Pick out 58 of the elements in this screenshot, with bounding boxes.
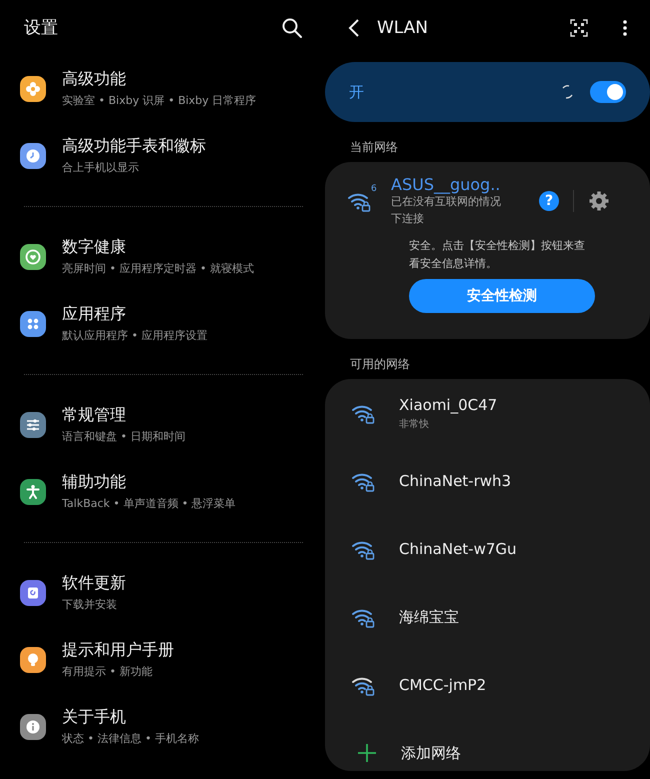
- page-title: WLAN: [377, 18, 428, 38]
- item-title: 数字健康: [62, 237, 127, 258]
- settings-item[interactable]: 提示和用户手册 有用提示 • 新功能: [0, 626, 325, 693]
- page-title: 设置: [24, 17, 58, 39]
- settings-item[interactable]: 应用程序 默认应用程序 • 应用程序设置: [0, 290, 325, 357]
- settings-icon[interactable]: [588, 190, 610, 212]
- more-icon[interactable]: [622, 18, 628, 36]
- settings-item[interactable]: 常规管理 语言和键盘 • 日期和时间: [0, 391, 325, 458]
- search-icon[interactable]: [281, 16, 303, 38]
- item-title: 软件更新: [62, 573, 126, 594]
- item-subtitle: 合上手机以显示: [62, 160, 140, 175]
- network-item[interactable]: ChinaNet-w7Gu: [325, 515, 650, 583]
- item-subtitle: 下载并安装: [62, 597, 118, 612]
- add-network-item[interactable]: 添加网络: [325, 719, 650, 779]
- network-name: ChinaNet-w7Gu: [399, 540, 517, 558]
- connection-status: 已在没有互联网的情况下连接: [391, 194, 502, 226]
- network-name: CMCC-jmP2: [399, 676, 486, 694]
- settings-item[interactable]: 高级功能 实验室 • Bixby 识屏 • Bixby 日常程序: [0, 55, 325, 122]
- item-title: 提示和用户手册: [62, 640, 174, 661]
- item-subtitle: TalkBack • 单声道音频 • 悬浮菜单: [62, 496, 236, 511]
- qr-code-icon[interactable]: [570, 18, 588, 36]
- spinner-icon: [560, 84, 574, 100]
- add-network-label: 添加网络: [401, 744, 461, 762]
- settings-item[interactable]: 关于手机 状态 • 法律信息 • 手机名称: [0, 693, 325, 760]
- settings-item[interactable]: 辅助功能 TalkBack • 单声道音频 • 悬浮菜单: [0, 458, 325, 525]
- switch-label: 开: [349, 82, 364, 102]
- settings-item[interactable]: 软件更新 下载并安装: [0, 559, 325, 626]
- item-subtitle: 亮屏时间 • 应用程序定时器 • 就寝模式: [62, 261, 254, 276]
- item-title: 应用程序: [62, 304, 127, 325]
- network-name: 海绵宝宝: [399, 608, 459, 626]
- toggle-switch[interactable]: [590, 81, 626, 103]
- section-header: 当前网络: [349, 139, 399, 156]
- back-icon[interactable]: [347, 16, 361, 38]
- settings-item[interactable]: 数字健康 亮屏时间 • 应用程序定时器 • 就寝模式: [0, 223, 325, 290]
- item-title: 辅助功能: [62, 472, 127, 493]
- security-note: 安全。点击【安全性检测】按钮来查看安全信息详情。: [409, 238, 586, 272]
- item-title: 常规管理: [62, 405, 127, 426]
- network-item[interactable]: 海绵宝宝: [325, 583, 650, 651]
- item-subtitle: 语言和键盘 • 日期和时间: [62, 429, 186, 444]
- network-name[interactable]: ASUS__guog..: [391, 175, 503, 194]
- plus-icon: [357, 743, 377, 763]
- item-subtitle: 状态 • 法律信息 • 手机名称: [62, 731, 199, 746]
- wlan-switch-bar[interactable]: 开: [325, 62, 650, 122]
- item-title: 关于手机: [62, 707, 127, 728]
- settings-item[interactable]: 高级功能手表和徽标 合上手机以显示: [0, 122, 325, 189]
- network-item[interactable]: Xiaomi_0C47 非常快: [325, 379, 650, 447]
- item-subtitle: 有用提示 • 新功能: [62, 664, 154, 679]
- section-header: 可用的网络: [349, 356, 411, 373]
- item-subtitle: 实验室 • Bixby 识屏 • Bixby 日常程序: [62, 93, 256, 108]
- item-subtitle: 默认应用程序 • 应用程序设置: [62, 328, 208, 343]
- network-name: ChinaNet-rwh3: [399, 472, 512, 490]
- wifi-standard-label: 6: [371, 185, 377, 194]
- network-speed: 非常快: [399, 418, 430, 430]
- network-item[interactable]: CMCC-jmP2: [325, 651, 650, 719]
- network-item[interactable]: ChinaNet-rwh3: [325, 447, 650, 515]
- item-title: 高级功能: [62, 69, 127, 90]
- network-name: Xiaomi_0C47: [399, 396, 498, 414]
- item-title: 高级功能手表和徽标: [62, 136, 206, 157]
